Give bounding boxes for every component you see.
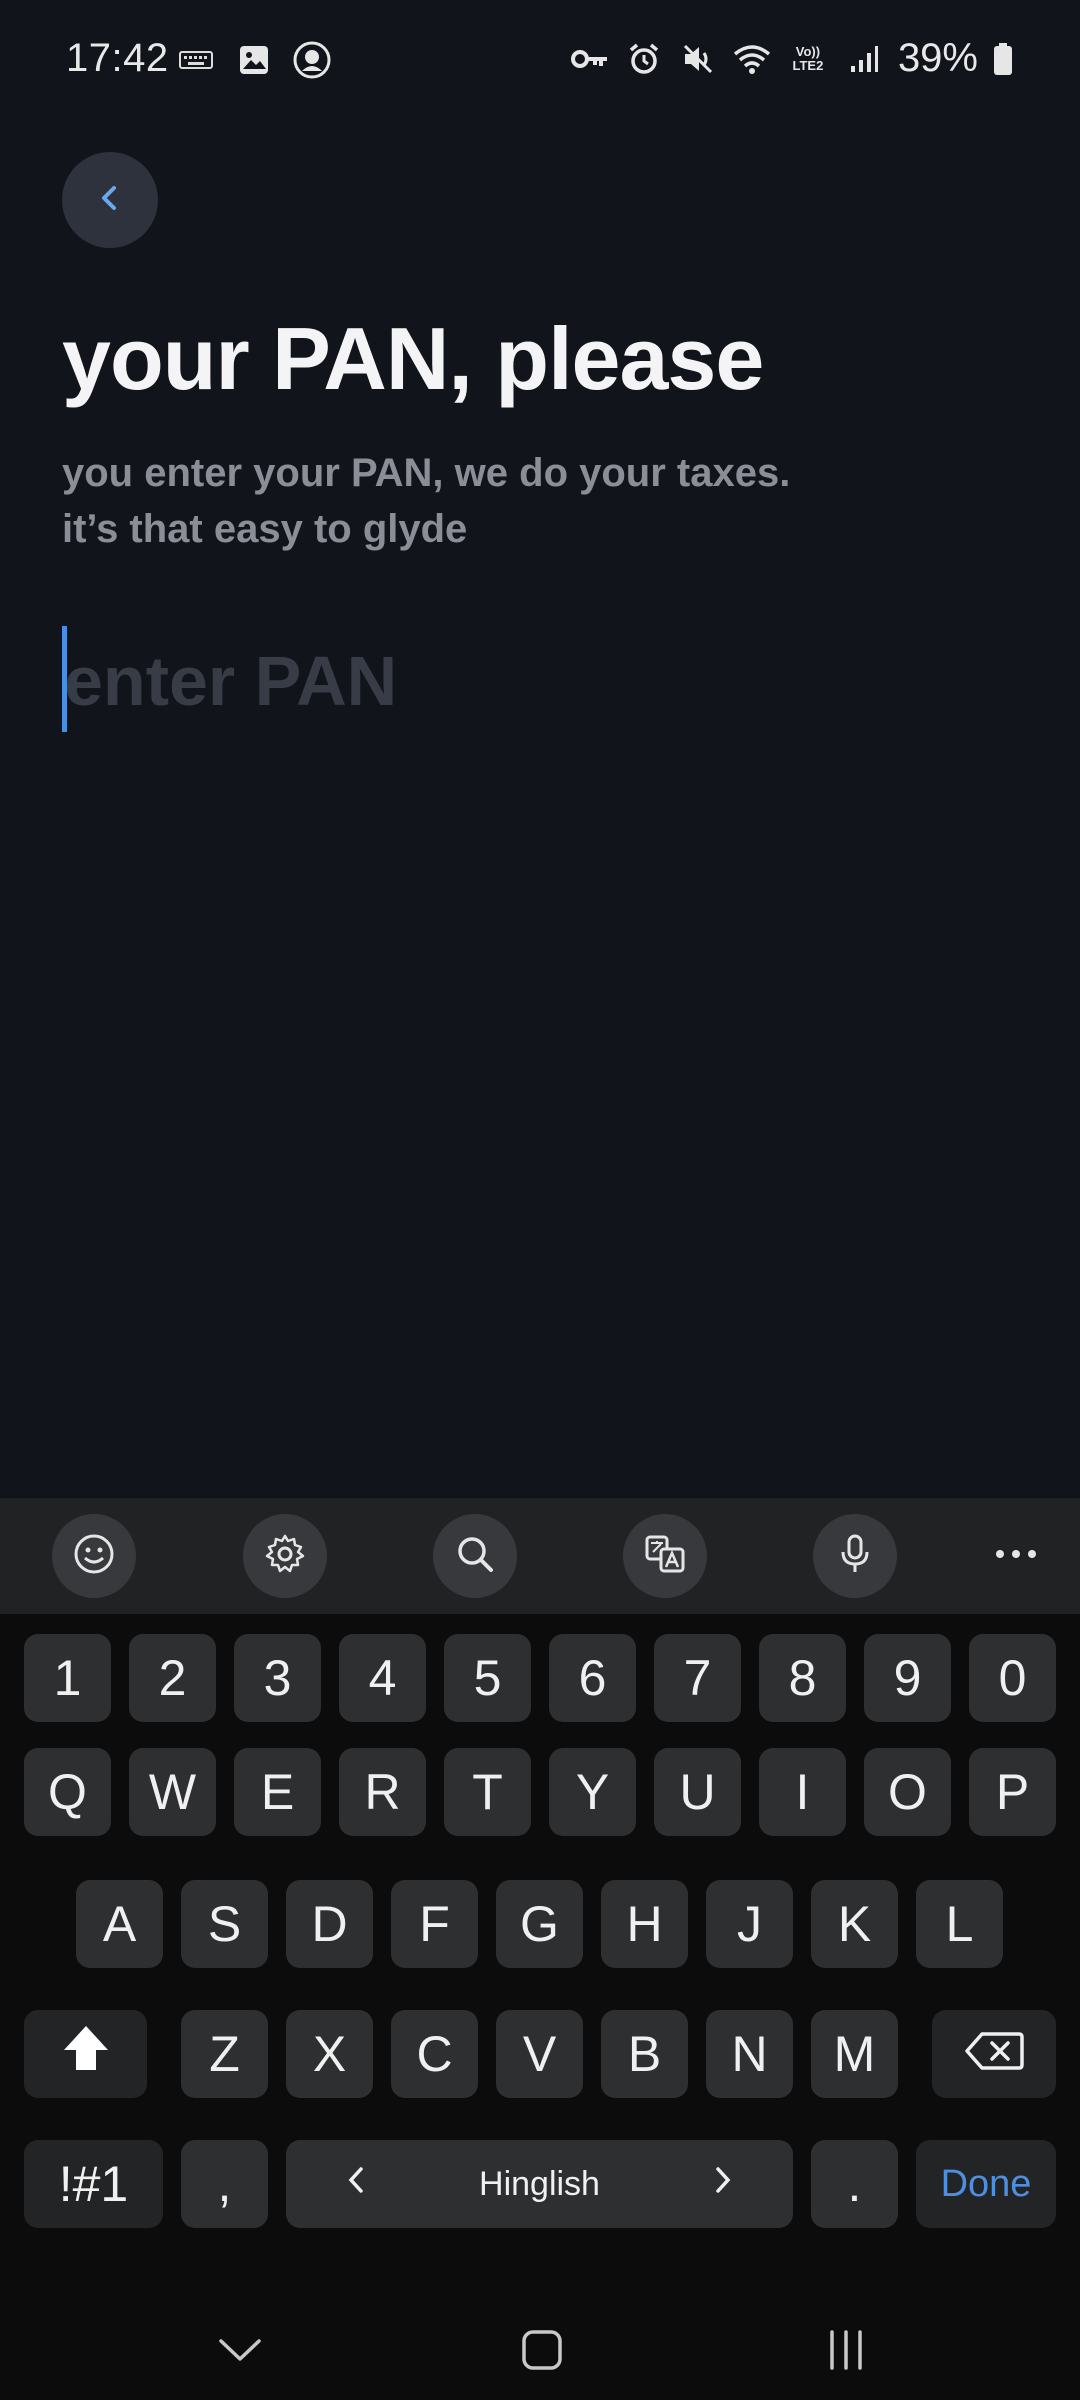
alarm-icon xyxy=(624,39,664,79)
status-system-icons: Vo)) LTE2 39% xyxy=(570,36,1014,81)
home-icon xyxy=(520,2328,564,2377)
keyboard-language-label: Hinglish xyxy=(479,2164,600,2203)
comma-key[interactable]: , xyxy=(181,2140,268,2228)
backspace-key[interactable] xyxy=(932,2010,1056,2098)
key-f[interactable]: F xyxy=(391,1880,478,1968)
key-e[interactable]: E xyxy=(234,1748,321,1836)
key-4[interactable]: 4 xyxy=(339,1634,426,1722)
key-6[interactable]: 6 xyxy=(549,1634,636,1722)
page-title: your PAN, please xyxy=(62,309,764,408)
subtitle-line-2: it’s that easy to glyde xyxy=(62,507,468,551)
back-button[interactable] xyxy=(62,152,158,248)
key-a[interactable]: A xyxy=(76,1880,163,1968)
key-c[interactable]: C xyxy=(391,2010,478,2098)
app-avatar-icon xyxy=(292,40,332,80)
key-d[interactable]: D xyxy=(286,1880,373,1968)
backspace-icon xyxy=(964,2025,1024,2083)
key-s[interactable]: S xyxy=(181,1880,268,1968)
keyboard-search-button[interactable] xyxy=(433,1514,517,1598)
chevron-left-icon xyxy=(346,2165,366,2204)
chevron-left-icon xyxy=(95,183,125,218)
key-z[interactable]: Z xyxy=(181,2010,268,2098)
key-5[interactable]: 5 xyxy=(444,1634,531,1722)
key-p[interactable]: P xyxy=(969,1748,1056,1836)
battery-icon xyxy=(992,39,1014,79)
image-icon xyxy=(234,40,274,80)
shift-icon xyxy=(60,2023,112,2085)
recents-button[interactable] xyxy=(806,2320,886,2384)
space-key[interactable]: Hinglish xyxy=(286,2140,793,2228)
signal-icon xyxy=(844,39,884,79)
key-x[interactable]: X xyxy=(286,2010,373,2098)
keyboard-settings-button[interactable] xyxy=(243,1514,327,1598)
key-w[interactable]: W xyxy=(129,1748,216,1836)
search-icon xyxy=(453,1532,497,1581)
key-r[interactable]: R xyxy=(339,1748,426,1836)
mute-icon xyxy=(678,39,718,79)
keyboard-toolbar xyxy=(0,1498,1080,1614)
settings-icon xyxy=(263,1532,307,1581)
key-u[interactable]: U xyxy=(654,1748,741,1836)
key-k[interactable]: K xyxy=(811,1880,898,1968)
status-notification-icons xyxy=(176,40,332,80)
period-key[interactable]: . xyxy=(811,2140,898,2228)
key-3[interactable]: 3 xyxy=(234,1634,321,1722)
key-v[interactable]: V xyxy=(496,2010,583,2098)
keyboard-more-button[interactable] xyxy=(974,1514,1058,1598)
translate-button[interactable] xyxy=(623,1514,707,1598)
symbols-key[interactable]: !#1 xyxy=(24,2140,163,2228)
navigation-bar xyxy=(0,2304,1080,2400)
page-subtitle: you enter your PAN, we do your taxes. it… xyxy=(62,445,790,557)
keyboard-icon xyxy=(176,40,216,80)
key-h[interactable]: H xyxy=(601,1880,688,1968)
key-9[interactable]: 9 xyxy=(864,1634,951,1722)
shift-key[interactable] xyxy=(24,2010,147,2098)
voice-input-button[interactable] xyxy=(813,1514,897,1598)
hide-keyboard-button[interactable] xyxy=(200,2320,280,2384)
recents-icon xyxy=(824,2328,868,2377)
key-i[interactable]: I xyxy=(759,1748,846,1836)
text-cursor xyxy=(62,626,67,732)
key-q[interactable]: Q xyxy=(24,1748,111,1836)
key-t[interactable]: T xyxy=(444,1748,531,1836)
status-time: 17:42 xyxy=(66,36,169,80)
pan-input-container xyxy=(62,626,1018,736)
status-bar: 17:42 Vo)) LTE2 39% xyxy=(0,0,1080,120)
key-j[interactable]: J xyxy=(706,1880,793,1968)
pan-input[interactable] xyxy=(62,626,1018,736)
key-0[interactable]: 0 xyxy=(969,1634,1056,1722)
key-n[interactable]: N xyxy=(706,2010,793,2098)
key-g[interactable]: G xyxy=(496,1880,583,1968)
vpn-key-icon xyxy=(570,39,610,79)
wifi-icon xyxy=(732,39,772,79)
subtitle-line-1: you enter your PAN, we do your taxes. xyxy=(62,451,791,495)
done-key[interactable]: Done xyxy=(916,2140,1056,2228)
key-l[interactable]: L xyxy=(916,1880,1003,1968)
key-2[interactable]: 2 xyxy=(129,1634,216,1722)
key-b[interactable]: B xyxy=(601,2010,688,2098)
more-icon xyxy=(994,1547,1038,1565)
chevron-right-icon xyxy=(713,2165,733,2204)
on-screen-keyboard: 1 2 3 4 5 6 7 8 9 0 Q W E R T Y U I O P … xyxy=(0,1498,1080,2304)
emoji-button[interactable] xyxy=(52,1514,136,1598)
key-m[interactable]: M xyxy=(811,2010,898,2098)
key-y[interactable]: Y xyxy=(549,1748,636,1836)
volte-icon: Vo)) LTE2 xyxy=(792,43,824,73)
key-o[interactable]: O xyxy=(864,1748,951,1836)
key-1[interactable]: 1 xyxy=(24,1634,111,1722)
hide-keyboard-icon xyxy=(217,2336,263,2369)
home-button[interactable] xyxy=(502,2320,582,2384)
battery-percent: 39% xyxy=(897,36,978,80)
key-7[interactable]: 7 xyxy=(654,1634,741,1722)
microphone-icon xyxy=(833,1532,877,1581)
key-8[interactable]: 8 xyxy=(759,1634,846,1722)
translate-icon xyxy=(643,1532,687,1581)
emoji-icon xyxy=(72,1532,116,1581)
